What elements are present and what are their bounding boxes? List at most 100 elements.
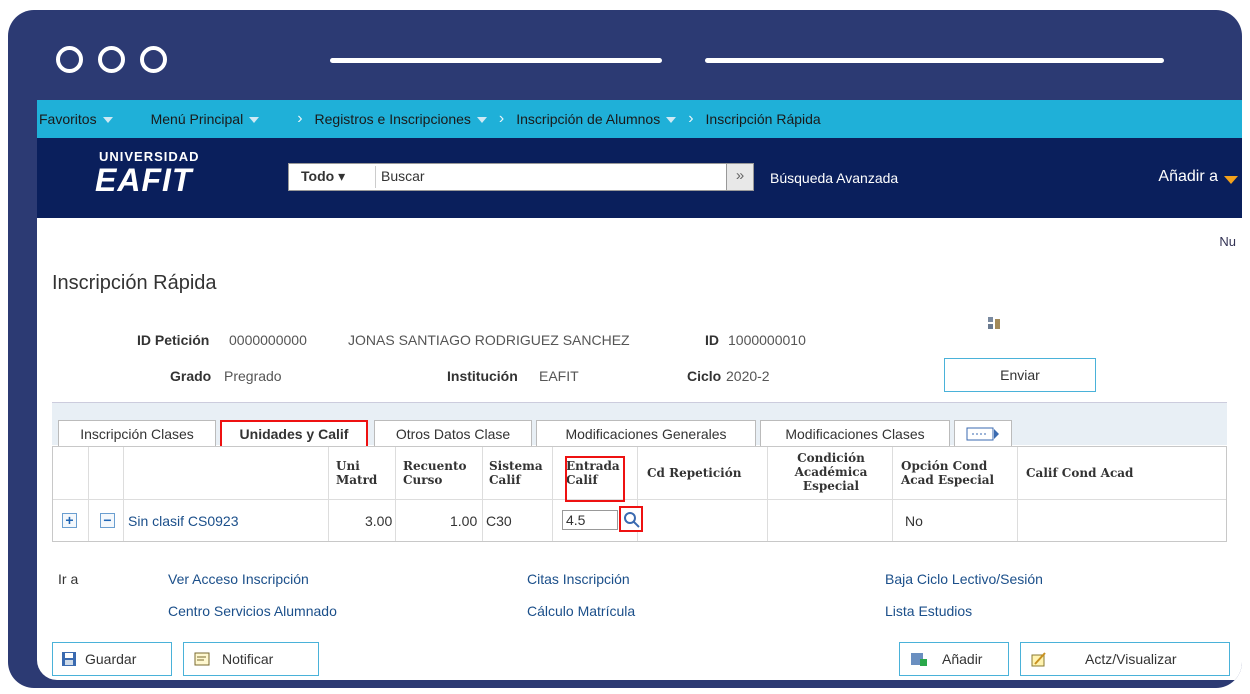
grid-divider xyxy=(552,447,553,541)
window-dot-icon[interactable] xyxy=(140,46,167,73)
grid-divider xyxy=(767,447,768,541)
actz-label: Actz/Visualizar xyxy=(1085,651,1177,667)
lookup-icon[interactable] xyxy=(619,506,643,532)
search-divider xyxy=(375,166,376,188)
guardar-label: Guardar xyxy=(85,651,137,667)
search-scope-label: Todo xyxy=(301,168,335,184)
uni-value: 3.00 xyxy=(365,513,393,529)
breadcrumb-label: Registros e Inscripciones xyxy=(314,111,471,127)
breadcrumb-chevron-icon: › xyxy=(297,110,303,127)
entrada-header-highlight xyxy=(565,456,625,502)
breadcrumb-chevron-icon: › xyxy=(688,110,694,127)
header-calif-cond: Calif Cond Acad xyxy=(1026,466,1134,480)
breadcrumb-inscripcion-alumnos[interactable]: Inscripción de Alumnos xyxy=(516,111,677,127)
class-link[interactable]: Sin clasif CS0923 xyxy=(128,513,239,529)
delete-row-icon[interactable]: − xyxy=(100,513,115,528)
chevron-down-icon: ▾ xyxy=(338,168,346,184)
nav-favoritos-label: Favoritos xyxy=(39,111,97,127)
notificar-label: Notificar xyxy=(222,651,274,667)
id-value: 1000000010 xyxy=(728,332,806,348)
calculo-matricula-link[interactable]: Cálculo Matrícula xyxy=(527,603,635,619)
tab-inscripcion-clases[interactable]: Inscripción Clases xyxy=(58,420,216,446)
enviar-button[interactable]: Enviar xyxy=(944,358,1096,392)
header-opcion: Opción Cond Acad Especial xyxy=(901,459,995,487)
header-condicion: Condición Académica Especial xyxy=(794,451,868,493)
grid-header-divider xyxy=(53,499,1226,500)
window-controls xyxy=(56,46,167,73)
search-go-icon[interactable]: » xyxy=(726,163,754,191)
breadcrumb-chevron-icon: › xyxy=(498,110,505,127)
guardar-button[interactable]: Guardar xyxy=(52,642,172,676)
institucion-value: EAFIT xyxy=(539,368,579,384)
grid-divider xyxy=(88,447,89,541)
nav-menu-label: Menú Principal xyxy=(150,111,244,127)
edit-icon xyxy=(1031,652,1046,667)
header-uni-matrd: Uni Matrd xyxy=(336,459,378,487)
save-icon xyxy=(62,652,76,666)
title-line xyxy=(705,58,1164,63)
opcion-value: No xyxy=(905,513,923,529)
grado-value: Pregrado xyxy=(224,368,282,384)
dropdown-arrow-icon xyxy=(249,117,260,124)
anadir-label: Añadir xyxy=(942,651,983,667)
grid-divider xyxy=(892,447,893,541)
id-peticion-label: ID Petición xyxy=(137,332,210,348)
lista-estudios-link[interactable]: Lista Estudios xyxy=(885,603,972,619)
student-name: JONAS SANTIAGO RODRIGUEZ SANCHEZ xyxy=(348,332,630,348)
grid-divider xyxy=(328,447,329,541)
tab-unidades-calif[interactable]: Unidades y Calif xyxy=(220,420,368,446)
anadir-button[interactable]: Añadir xyxy=(899,642,1009,676)
window-dot-icon[interactable] xyxy=(98,46,125,73)
centro-servicios-link[interactable]: Centro Servicios Alumnado xyxy=(168,603,337,619)
advanced-search-link[interactable]: Búsqueda Avanzada xyxy=(770,170,898,186)
search-scope-select[interactable]: Todo ▾ xyxy=(301,168,345,185)
actz-visualizar-button[interactable]: Actz/Visualizar xyxy=(1020,642,1230,676)
header-cd-repeticion: Cd Repetición xyxy=(647,466,742,480)
header-sistema: Sistema Calif xyxy=(489,459,543,487)
entrada-calif-input[interactable]: 4.5 xyxy=(562,510,618,530)
search-input[interactable]: Buscar xyxy=(381,168,425,184)
grid-divider xyxy=(395,447,396,541)
add-icon xyxy=(911,653,927,666)
dropdown-arrow-icon xyxy=(666,117,677,124)
grid-divider xyxy=(123,447,124,541)
add-row-icon[interactable]: + xyxy=(62,513,77,528)
baja-ciclo-link[interactable]: Baja Ciclo Lectivo/Sesión xyxy=(885,571,1043,587)
app-header: UNIVERSIDAD EAFIT Todo ▾ Buscar » Búsque… xyxy=(37,138,1242,218)
tab-otros-datos-clase[interactable]: Otros Datos Clase xyxy=(374,420,532,446)
ciclo-value: 2020-2 xyxy=(726,368,770,384)
logo: EAFIT xyxy=(95,162,193,198)
add-to-arrow-icon xyxy=(1224,176,1238,184)
dropdown-arrow-icon xyxy=(476,117,487,124)
add-to-menu[interactable]: Añadir a xyxy=(1158,168,1218,186)
tab-modificaciones-generales[interactable]: Modificaciones Generales xyxy=(536,420,756,446)
app-screen: Favoritos Menú Principal › Registros e I… xyxy=(37,100,1242,680)
ciclo-label: Ciclo xyxy=(687,368,722,384)
search-box[interactable]: Todo ▾ Buscar xyxy=(288,163,750,191)
grid-divider xyxy=(482,447,483,541)
citas-inscripcion-link[interactable]: Citas Inscripción xyxy=(527,571,630,587)
breadcrumb-label: Inscripción de Alumnos xyxy=(516,111,661,127)
id-label: ID xyxy=(705,332,719,348)
nu-link[interactable]: Nu xyxy=(1219,234,1236,249)
nav-favoritos[interactable]: Favoritos xyxy=(39,111,113,127)
window-frame: Favoritos Menú Principal › Registros e I… xyxy=(8,10,1242,688)
org-chart-icon[interactable] xyxy=(987,316,1000,329)
window-dot-icon[interactable] xyxy=(56,46,83,73)
ver-acceso-link[interactable]: Ver Acceso Inscripción xyxy=(168,571,309,587)
grid-divider xyxy=(1017,447,1018,541)
ir-a-label: Ir a xyxy=(58,571,79,587)
tab-modificaciones-clases[interactable]: Modificaciones Clases xyxy=(760,420,950,446)
page-title: Inscripción Rápida xyxy=(52,272,217,294)
nav-menu-principal[interactable]: Menú Principal xyxy=(151,111,260,127)
tab-show-all-icon[interactable] xyxy=(954,420,1012,446)
top-navbar: Favoritos Menú Principal › Registros e I… xyxy=(37,100,1242,138)
notificar-button[interactable]: Notificar xyxy=(183,642,319,676)
recuento-value: 1.00 xyxy=(450,513,478,529)
id-peticion-value: 0000000000 xyxy=(229,332,307,348)
notify-icon xyxy=(194,652,210,666)
sistema-value: C30 xyxy=(486,513,512,529)
breadcrumb-current[interactable]: Inscripción Rápida xyxy=(706,111,821,127)
breadcrumb-registros[interactable]: Registros e Inscripciones xyxy=(315,111,487,127)
grado-label: Grado xyxy=(170,368,212,384)
